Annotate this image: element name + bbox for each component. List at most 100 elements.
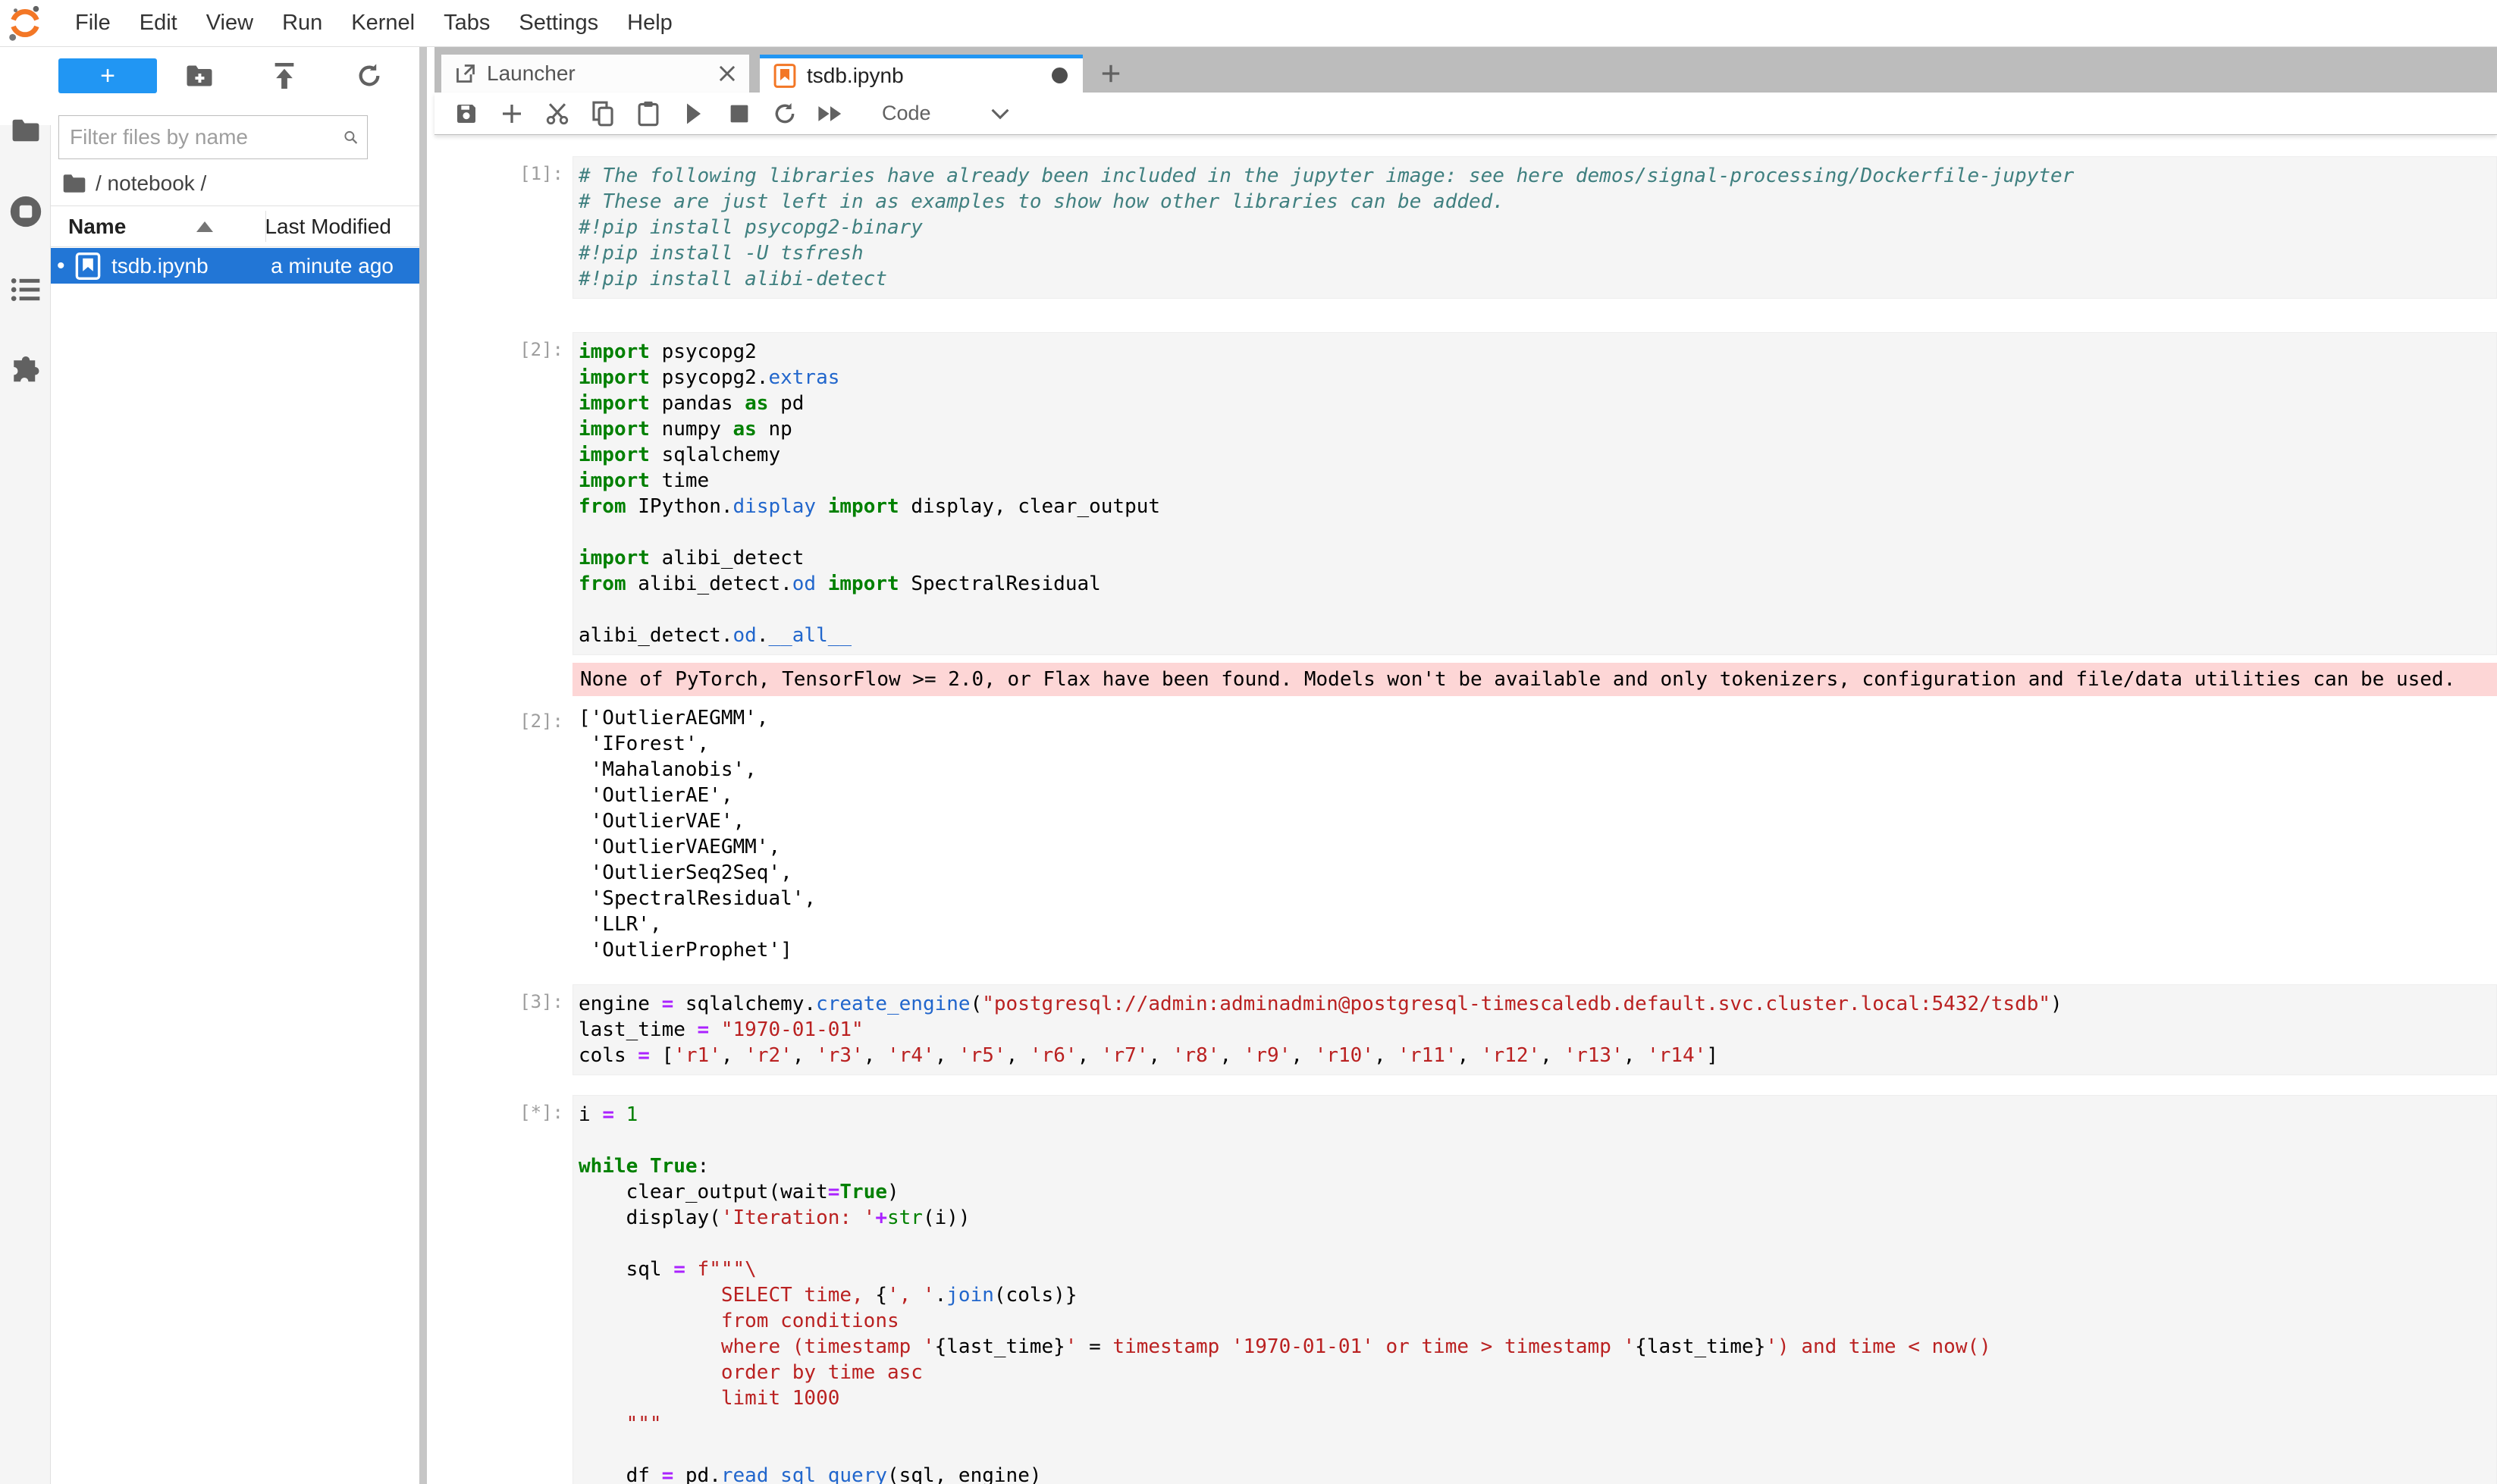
menu-help[interactable]: Help [613,11,687,36]
extensions-icon[interactable] [0,356,51,388]
table-of-contents-icon[interactable] [0,277,51,303]
upload-icon[interactable] [242,63,327,89]
menu-kernel[interactable]: Kernel [337,11,429,36]
refresh-icon[interactable] [327,63,412,89]
plus-icon [1100,63,1121,84]
code-line: import psycopg2.extras [579,365,2496,391]
code-editor[interactable]: # The following libraries have already b… [572,156,2497,299]
save-icon[interactable] [453,99,480,129]
notebook-cell: [*]:i = 1 while True: clear_output(wait=… [434,1095,2497,1484]
chevron-down-icon [990,107,1010,121]
search-icon [343,125,358,149]
cell-input-area: [2]:import psycopg2import psycopg2.extra… [434,332,2497,655]
restart-kernel-icon[interactable] [771,99,798,129]
notebook-scroll-area[interactable]: [1]:# The following libraries have alrea… [434,135,2497,1484]
code-line: clear_output(wait=True) [579,1179,2496,1205]
stop-icon[interactable] [726,99,753,129]
column-last-modified[interactable]: Last Modified [265,215,391,239]
cell-prompt: [1]: [434,156,572,299]
menu-bar: File Edit View Run Kernel Tabs Settings … [0,0,2497,47]
column-name[interactable]: Name [68,215,126,239]
notebook-toolbar: Code [434,93,2497,135]
file-browser-icon[interactable] [0,118,51,143]
code-line [579,1231,2496,1257]
code-line: import sqlalchemy [579,442,2496,468]
sort-ascending-icon[interactable] [196,221,213,232]
fast-forward-icon[interactable] [817,99,844,129]
cell-input-area: [1]:# The following libraries have alrea… [434,156,2497,299]
menu-settings[interactable]: Settings [504,11,613,36]
code-line: display('Iteration: '+str(i)) [579,1205,2496,1231]
home-folder-icon [62,174,86,193]
menu-tabs[interactable]: Tabs [429,11,504,36]
file-running-dot: • [57,253,75,279]
run-icon[interactable] [680,99,707,129]
cell-input-area: [3]:engine = sqlalchemy.create_engine("p… [434,984,2497,1075]
cell-prompt: [*]: [434,1095,572,1484]
code-line: i = 1 [579,1102,2496,1128]
cell-type-value: Code [882,102,931,125]
file-browser-toolbar: + [58,58,412,93]
launcher-icon [455,63,476,84]
output-line: 'OutlierAE', [579,783,2497,808]
add-cell-icon[interactable] [498,99,525,129]
code-line: """ [579,1411,2496,1437]
copy-cells-icon[interactable] [589,99,616,129]
cell-type-dropdown[interactable]: Code [882,102,1010,125]
tab-launcher[interactable]: Launcher [441,55,749,93]
code-line: where (timestamp '{last_time}' = timesta… [579,1334,2496,1360]
code-line: alibi_detect.od.__all__ [579,623,2496,648]
code-line: import numpy as np [579,416,2496,442]
new-folder-icon[interactable] [157,64,242,87]
unsaved-changes-dot[interactable] [1052,67,1068,83]
cell-list: [1]:# The following libraries have alrea… [434,156,2497,1484]
code-editor[interactable]: i = 1 while True: clear_output(wait=True… [572,1095,2497,1484]
notebook-file-icon [75,252,101,281]
jupyterlab-window: File Edit View Run Kernel Tabs Settings … [0,0,2497,1484]
menu-run[interactable]: Run [268,11,337,36]
menu-file[interactable]: File [61,11,125,36]
cut-cells-icon[interactable] [544,99,571,129]
file-list-header: Name Last Modified [51,206,419,247]
new-tab-button[interactable] [1093,55,1128,93]
code-line: sql = f"""\ [579,1257,2496,1282]
new-launcher-button[interactable]: + [58,58,157,93]
code-editor[interactable]: engine = sqlalchemy.create_engine("postg… [572,984,2497,1075]
breadcrumb-path: / notebook / [96,171,206,196]
stderr-output: None of PyTorch, TensorFlow >= 2.0, or F… [572,663,2497,696]
code-line: from conditions [579,1308,2496,1334]
menu-edit[interactable]: Edit [125,11,192,36]
close-tab-icon[interactable] [717,64,737,83]
file-row-tsdb[interactable]: • tsdb.ipynb a minute ago [51,248,419,284]
running-kernels-icon[interactable] [0,195,51,228]
code-line: df = pd.read_sql_query(sql, engine) [579,1463,2496,1484]
output-line: 'SpectralResidual', [579,886,2497,911]
file-browser-panel: + / notebook / Name [51,47,427,1484]
code-line: SELECT time, {', '.join(cols)} [579,1282,2496,1308]
code-line [579,1128,2496,1153]
code-line: import time [579,468,2496,494]
code-line [579,1437,2496,1463]
code-editor[interactable]: import psycopg2import psycopg2.extrasimp… [572,332,2497,655]
output-text: ['OutlierAEGMM', 'IForest', 'Mahalanobis… [572,704,2497,965]
notebook-cell: [3]:engine = sqlalchemy.create_engine("p… [434,984,2497,1075]
output-line: 'Mahalanobis', [579,757,2497,783]
tab-tsdb-notebook[interactable]: tsdb.ipynb [760,55,1083,93]
active-sidebar-highlight [0,47,51,125]
code-line: #!pip install -U tsfresh [579,240,2496,266]
jupyter-logo-icon [6,5,44,42]
filter-files-input[interactable] [59,125,343,149]
breadcrumb[interactable]: / notebook / [62,168,206,199]
cell-prompt: [3]: [434,984,572,1075]
notebook-file-icon [773,63,796,89]
output-prompt: [2]: [434,704,572,965]
menu-view[interactable]: View [192,11,268,36]
code-line: import pandas as pd [579,391,2496,416]
activity-bar [0,47,51,1484]
main-dock-panel: Launcher tsdb.ipynb [434,47,2497,1484]
output-line: 'OutlierVAEGMM', [579,834,2497,860]
file-name: tsdb.ipynb [111,254,209,278]
paste-cells-icon[interactable] [635,99,662,129]
code-line: while True: [579,1153,2496,1179]
code-line: import alibi_detect [579,545,2496,571]
